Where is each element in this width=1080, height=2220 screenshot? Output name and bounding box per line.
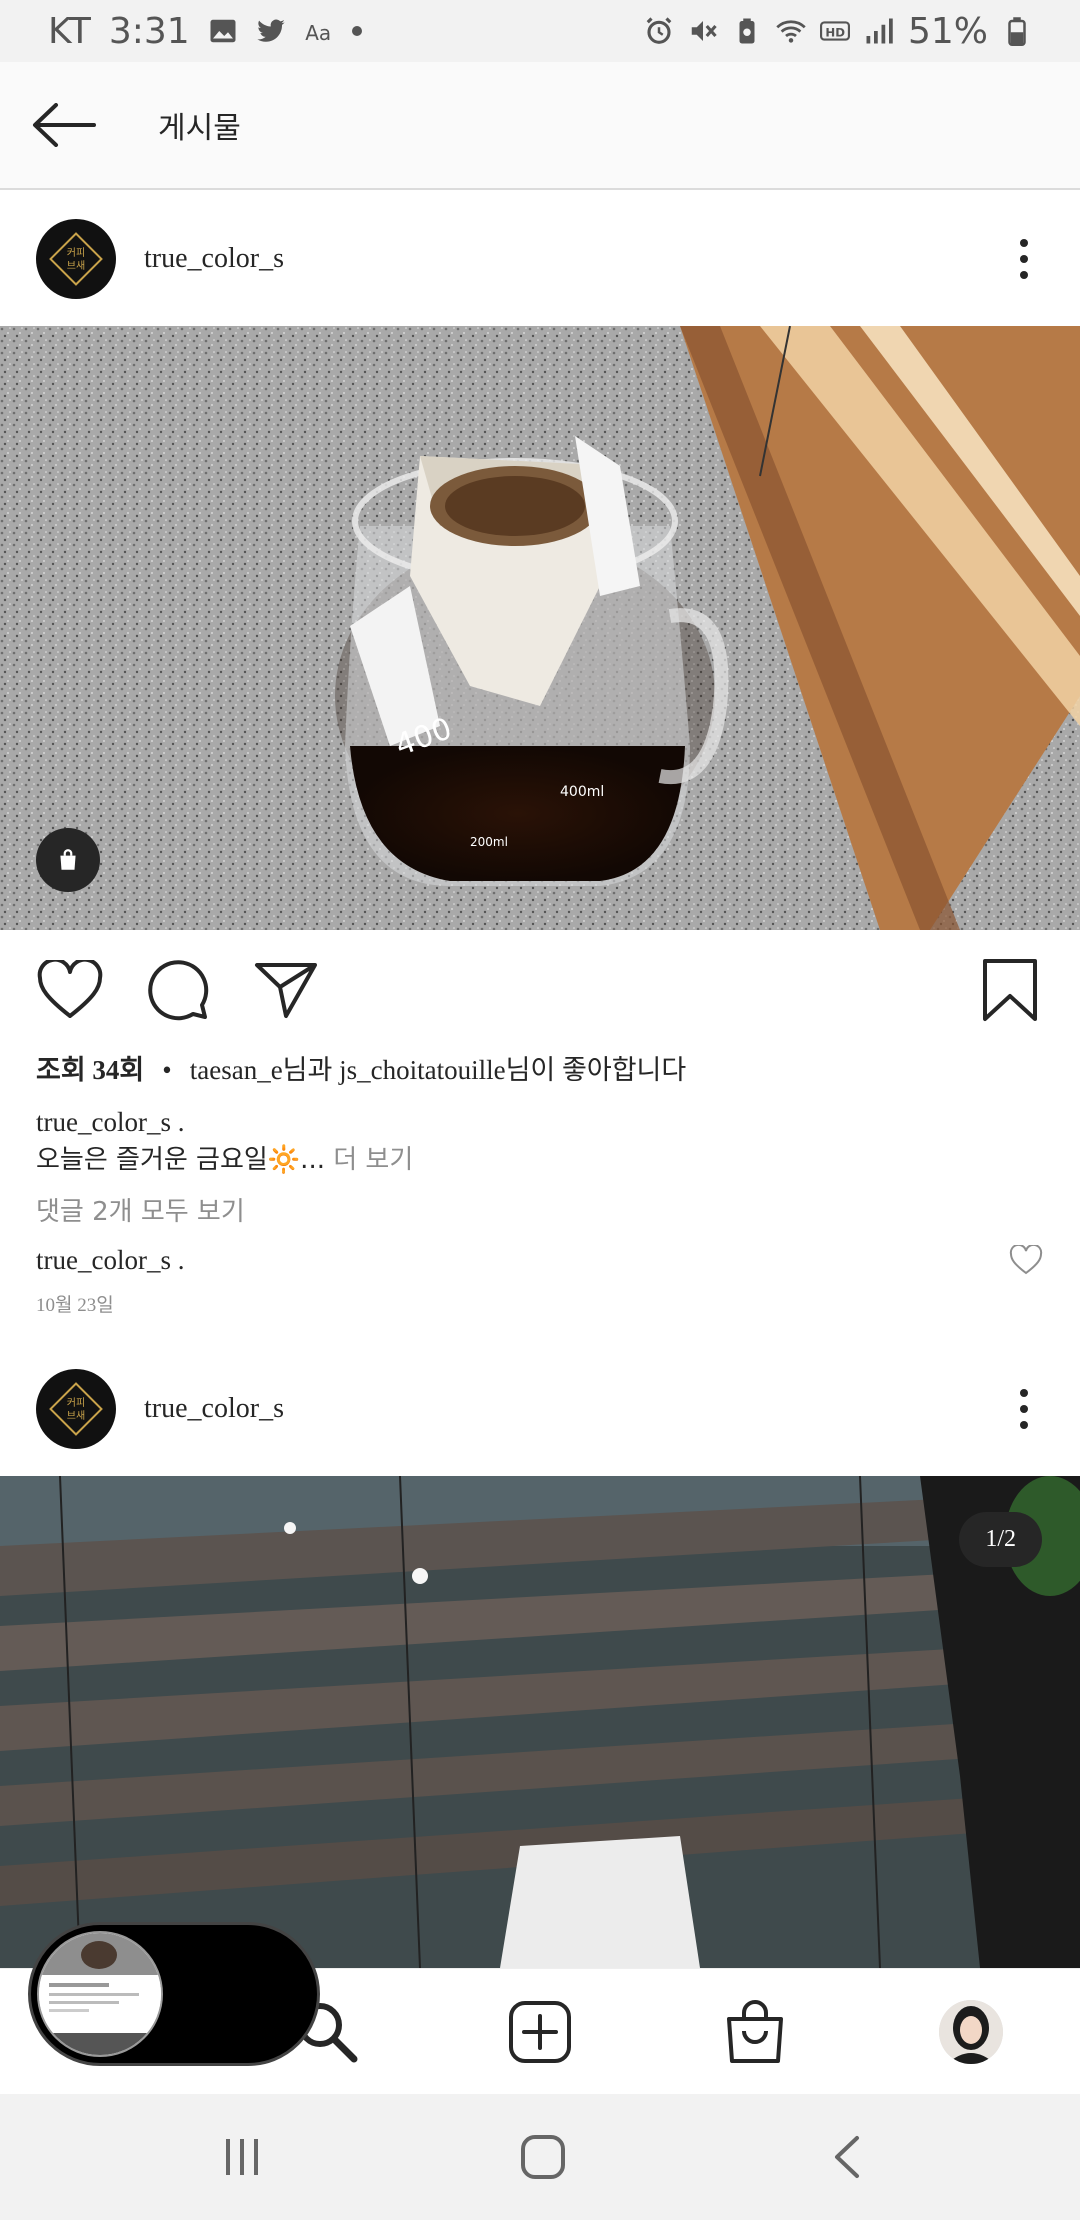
post-action-bar [0, 930, 1080, 1050]
more-dot [1020, 1389, 1028, 1397]
shopping-tag-button[interactable] [36, 828, 100, 892]
post-photo[interactable]: 400 400ml 200ml [0, 326, 1080, 930]
svg-text:브새: 브새 [67, 260, 85, 272]
nav-shop[interactable] [720, 1997, 790, 2067]
profile-photo [939, 2000, 1003, 2064]
post-date: 10월 23일 [36, 1295, 114, 1316]
bookmark-icon [983, 959, 1037, 1021]
shopping-bag-icon [60, 849, 76, 870]
post-header: 커피 브새 true_color_s [0, 192, 1080, 326]
separator: • [162, 1055, 172, 1085]
mini-window-thumbnail [37, 1931, 163, 2057]
more-options-button[interactable] [1004, 229, 1044, 289]
wifi-icon [776, 20, 806, 43]
svg-text:Aa: Aa [305, 21, 331, 45]
post-username[interactable]: true_color_s [144, 243, 284, 275]
shopping-bag-icon [727, 2000, 783, 2063]
more-dot [1020, 271, 1028, 279]
battery-label: 51% [907, 10, 988, 52]
comment-icon [148, 960, 209, 1021]
coffee-logo-icon: 커피 브새 [49, 232, 103, 286]
page-indicator: 1/2 [959, 1512, 1042, 1567]
more-dot [1020, 1421, 1028, 1429]
twitter-icon [256, 19, 285, 42]
status-right: HD 51% [644, 11, 1032, 52]
font-icon: Aa [305, 21, 331, 45]
comment-like-button[interactable] [1006, 1240, 1046, 1280]
svg-text:400ml: 400ml [560, 784, 604, 800]
comment-username[interactable]: true_color_s . [36, 1240, 184, 1280]
caption-username[interactable]: true_color_s . [36, 1104, 1046, 1140]
heart-outline-icon [1009, 1245, 1043, 1275]
liked-by-text[interactable]: taesan_e님과 js_choitatouille님이 좋아합니다 [190, 1050, 686, 1090]
svg-text:200ml: 200ml [470, 835, 508, 849]
status-bar: KT 3:31 Aa HD 51% [0, 0, 1080, 62]
app-header: 게시물 [0, 62, 1080, 190]
more-options-button-2[interactable] [1004, 1379, 1044, 1439]
more-dot [1020, 255, 1028, 263]
save-button[interactable] [974, 954, 1046, 1026]
nav-create[interactable] [505, 1997, 575, 2067]
signal-icon [866, 18, 893, 44]
avatar-2[interactable]: 커피 브새 [36, 1369, 116, 1449]
svg-text:브새: 브새 [67, 1410, 85, 1422]
clock: 3:31 [108, 10, 190, 52]
gallery-icon [210, 19, 236, 43]
status-left: KT 3:31 Aa [48, 11, 362, 52]
view-all-comments-link[interactable]: 댓글 2개 모두 보기 [36, 1192, 1046, 1232]
caption-text: 오늘은 즐거운 금요일🔆... [36, 1145, 325, 1175]
mute-icon [691, 21, 717, 41]
post-photo-2[interactable]: 1/2 [0, 1476, 1080, 1968]
caption: 오늘은 즐거운 금요일🔆... 더 보기 [36, 1140, 1046, 1180]
alarm-icon [646, 17, 672, 44]
coffee-dripper-photo: 400 400ml 200ml [0, 326, 1080, 930]
page-title: 게시물 [158, 111, 241, 146]
system-nav-bar [0, 2094, 1080, 2220]
send-icon [255, 963, 317, 1018]
plus-square-icon [509, 2001, 571, 2063]
dot-icon [351, 26, 362, 36]
recent-apps-icon [226, 2139, 258, 2175]
floating-mini-window[interactable] [28, 1922, 320, 2066]
recent-apps-button[interactable] [212, 2127, 272, 2187]
svg-text:HD: HD [825, 25, 845, 39]
avatar[interactable]: 커피 브새 [36, 219, 116, 299]
svg-text:커피: 커피 [67, 1397, 85, 1409]
nav-profile[interactable] [936, 1997, 1006, 2067]
battery-icon [1008, 17, 1026, 46]
more-dot [1020, 239, 1028, 247]
home-icon [521, 2135, 565, 2179]
svg-text:커피: 커피 [67, 247, 85, 259]
comment-row: true_color_s . [36, 1240, 1046, 1280]
post-header-2: 커피 브새 true_color_s [0, 1342, 1080, 1476]
share-button[interactable] [250, 954, 322, 1026]
likes-line: 조회 34회 • taesan_e님과 js_choitatouille님이 좋… [36, 1050, 1046, 1090]
coffee-logo-icon: 커피 브새 [49, 1382, 103, 1436]
post-text-block: 조회 34회 • taesan_e님과 js_choitatouille님이 좋… [36, 1050, 1046, 1317]
hd-icon: HD [819, 21, 850, 41]
system-back-button[interactable] [816, 2127, 876, 2187]
arrow-left-icon [33, 103, 96, 147]
thumbnail-preview [39, 1933, 161, 2055]
more-link[interactable]: 더 보기 [333, 1145, 413, 1175]
comment-button[interactable] [142, 954, 214, 1026]
home-button[interactable] [513, 2127, 573, 2187]
back-button[interactable] [0, 61, 128, 189]
post-username-2[interactable]: true_color_s [144, 1393, 284, 1425]
more-dot [1020, 1405, 1028, 1413]
chevron-left-icon [835, 2136, 859, 2178]
profile-avatar [939, 2000, 1003, 2064]
view-count[interactable]: 조회 34회 [36, 1050, 144, 1090]
heart-icon [37, 960, 103, 1018]
battery-saver-icon [739, 18, 755, 44]
carrier-label: KT [48, 10, 91, 52]
like-button[interactable] [34, 954, 106, 1026]
window-blinds-photo [0, 1476, 1080, 1968]
